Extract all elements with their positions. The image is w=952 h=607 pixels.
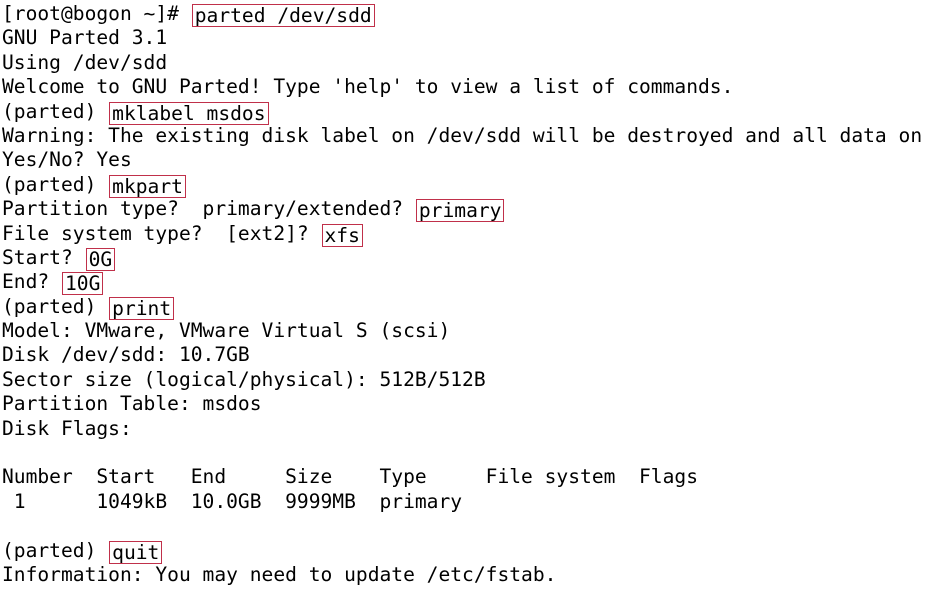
terminal-line: (parted) mkpart xyxy=(2,172,952,198)
terminal-line: (parted) mklabel msdos xyxy=(2,99,952,125)
terminal-text: Number Start End Size Type File system F… xyxy=(2,465,698,489)
terminal-text: Sector size (logical/physical): 512B/512… xyxy=(2,367,486,391)
terminal-line: Disk /dev/sdd: 10.7GB xyxy=(2,343,952,367)
terminal-text: Yes/No? Yes xyxy=(2,148,132,172)
terminal-line: Model: VMware, VMware Virtual S (scsi) xyxy=(2,319,952,343)
terminal-text: GNU Parted 3.1 xyxy=(2,26,168,50)
terminal-line: Using /dev/sdd xyxy=(2,51,952,75)
terminal-text: [root@bogon ~]# xyxy=(2,2,191,25)
terminal-line: GNU Parted 3.1 xyxy=(2,26,952,50)
terminal-line: Disk Flags: xyxy=(2,417,952,441)
terminal-text: End? xyxy=(2,270,61,294)
terminal-line: Start? 0G xyxy=(2,245,952,271)
terminal-text: Disk Flags: xyxy=(2,416,132,440)
terminal-line: (parted) quit xyxy=(2,538,952,564)
terminal-line: Warning: The existing disk label on /dev… xyxy=(2,124,952,148)
terminal-line: Sector size (logical/physical): 512B/512… xyxy=(2,368,952,392)
terminal-line: [root@bogon ~]# parted /dev/sdd xyxy=(2,2,952,27)
terminal-text: (parted) xyxy=(2,294,109,318)
terminal-line: Welcome to GNU Parted! Type 'help' to vi… xyxy=(2,75,952,99)
terminal-text: Using /dev/sdd xyxy=(2,50,168,74)
terminal-line: (parted) print xyxy=(2,294,952,320)
terminal-output[interactable]: [root@bogon ~]# parted /dev/sdd GNU Parte… xyxy=(0,0,952,607)
terminal-text: (parted) xyxy=(2,538,109,562)
terminal-text: Start? xyxy=(2,245,85,269)
highlighted-command: 0G xyxy=(85,247,116,271)
highlighted-command: print xyxy=(109,296,175,320)
terminal-line: Partition Table: msdos xyxy=(2,392,952,416)
terminal-text: Information: You may need to update /etc… xyxy=(2,562,557,586)
terminal-text: Partition Table: msdos xyxy=(2,392,262,416)
highlighted-command: quit xyxy=(109,540,163,564)
highlighted-command: xfs xyxy=(321,223,363,247)
terminal-text: Model: VMware, VMware Virtual S (scsi) xyxy=(2,319,451,343)
terminal-text: Partition type? primary/extended? xyxy=(2,197,415,221)
terminal-line: File system type? [ext2]? xfs xyxy=(2,221,952,247)
terminal-line: End? 10G xyxy=(2,270,952,296)
terminal-line: Partition type? primary/extended? primar… xyxy=(2,197,952,223)
terminal-text: (parted) xyxy=(2,99,109,123)
highlighted-command: primary xyxy=(415,199,505,223)
terminal-line: Information: You may need to update /etc… xyxy=(2,563,952,587)
terminal-text: 1 1049kB 10.0GB 9999MB primary xyxy=(2,489,463,513)
highlighted-command: parted /dev/sdd xyxy=(191,4,375,27)
terminal-text: Welcome to GNU Parted! Type 'help' to vi… xyxy=(2,75,734,99)
terminal-line: 1 1049kB 10.0GB 9999MB primary xyxy=(2,490,952,514)
highlighted-command: 10G xyxy=(61,272,104,296)
terminal-text: File system type? [ext2]? xyxy=(2,221,321,245)
terminal-text: Warning: The existing disk label on /dev… xyxy=(2,123,923,147)
terminal-text: (parted) xyxy=(2,172,109,196)
terminal-line: Yes/No? Yes xyxy=(2,148,952,172)
terminal-text: Disk /dev/sdd: 10.7GB xyxy=(2,343,250,367)
terminal-line: Number Start End Size Type File system F… xyxy=(2,465,952,489)
highlighted-command: mkpart xyxy=(109,174,186,198)
highlighted-command: mklabel msdos xyxy=(109,101,269,125)
